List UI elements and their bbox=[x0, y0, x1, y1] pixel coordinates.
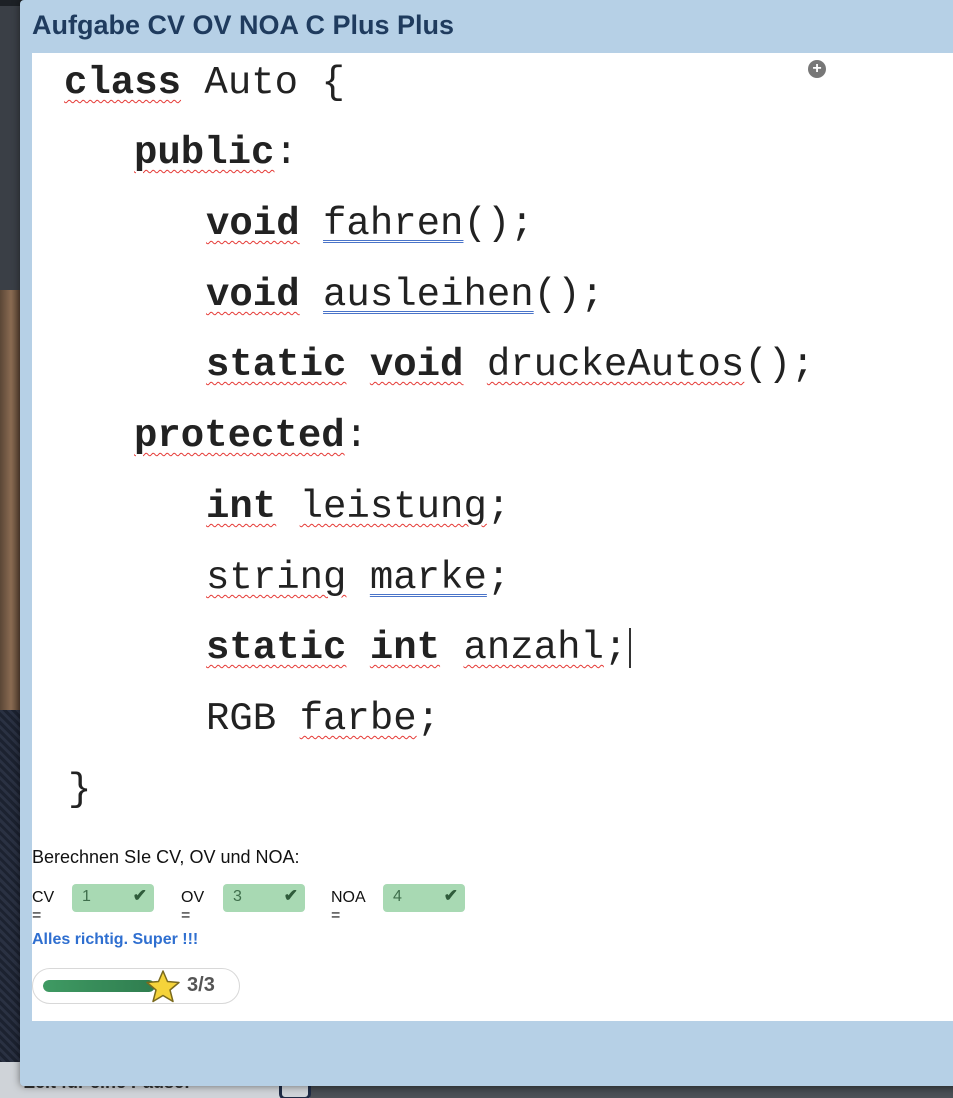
code-token-druckeautos: druckeAutos bbox=[486, 343, 745, 387]
question-prompt: Berechnen SIe CV, OV und NOA: bbox=[32, 847, 300, 867]
cv-value: 1 bbox=[82, 888, 91, 905]
code-keyword-void: void bbox=[369, 343, 464, 387]
dialog-content: + class Auto { public: void fahren(); vo… bbox=[32, 53, 953, 1021]
cv-input[interactable]: 1 ✔ bbox=[72, 884, 154, 912]
code-keyword-static: static bbox=[206, 343, 347, 387]
code-line-7: int leistung; bbox=[206, 485, 511, 529]
code-token-marke: marke bbox=[369, 556, 487, 600]
code-keyword-int: int bbox=[206, 485, 277, 529]
code-token-leistung: leistung bbox=[299, 485, 487, 529]
progress-fill bbox=[43, 980, 155, 992]
code-token-fahren: fahren bbox=[323, 202, 464, 246]
code-line-10: RGB farbe; bbox=[206, 697, 441, 741]
score: 3/3 bbox=[187, 974, 215, 997]
noa-input[interactable]: 4 ✔ bbox=[383, 884, 465, 912]
code-line-1: class Auto { bbox=[64, 61, 345, 105]
noa-label: NOA = bbox=[331, 889, 365, 924]
noa-value: 4 bbox=[393, 888, 402, 905]
text-caret bbox=[629, 627, 632, 668]
code-keyword-class: class bbox=[64, 61, 182, 105]
code-keyword-protected: protected bbox=[134, 414, 345, 458]
code-line-4: void ausleihen(); bbox=[206, 273, 604, 317]
check-icon: ✔ bbox=[132, 886, 147, 905]
background-wood-panel bbox=[0, 290, 22, 710]
code-line-3: void fahren(); bbox=[206, 202, 534, 246]
check-icon: ✔ bbox=[283, 886, 298, 905]
ov-label: OV = bbox=[181, 889, 205, 924]
code-keyword-void: void bbox=[206, 273, 300, 317]
progress-track bbox=[43, 980, 155, 992]
code-line-2: public: bbox=[134, 131, 298, 175]
code-line-11: } bbox=[68, 768, 92, 812]
code-line-9: static int anzahl; bbox=[206, 625, 632, 671]
progress-indicator: 3/3 bbox=[32, 968, 240, 1004]
score-total: 3 bbox=[203, 974, 215, 996]
code-token-anzahl: anzahl bbox=[463, 626, 604, 670]
background-carpet bbox=[0, 710, 22, 1098]
dialog-title: Aufgabe CV OV NOA C Plus Plus bbox=[32, 10, 455, 40]
score-current: 3 bbox=[187, 974, 199, 996]
code-line-5: static void druckeAutos(); bbox=[206, 343, 815, 387]
cv-label: CV = bbox=[32, 889, 55, 924]
feedback-message: Alles richtig. Super !!! bbox=[32, 931, 199, 948]
code-keyword-public: public bbox=[134, 131, 275, 175]
code-line-8: string marke; bbox=[206, 556, 511, 600]
code-token-ausleihen: ausleihen bbox=[323, 273, 534, 317]
code-line-6: protected: bbox=[134, 414, 369, 458]
code-keyword-static: static bbox=[206, 626, 347, 670]
code-token-string: string bbox=[206, 556, 347, 600]
task-dialog: Aufgabe CV OV NOA C Plus Plus + class Au… bbox=[20, 0, 953, 1086]
code-keyword-void: void bbox=[206, 202, 300, 246]
star-icon bbox=[146, 970, 180, 1003]
code-keyword-int: int bbox=[369, 626, 441, 670]
ov-input[interactable]: 3 ✔ bbox=[223, 884, 305, 912]
ov-value: 3 bbox=[233, 888, 242, 905]
code-token-farbe: farbe bbox=[299, 697, 417, 741]
add-icon[interactable]: + bbox=[808, 60, 826, 78]
check-icon: ✔ bbox=[443, 886, 458, 905]
